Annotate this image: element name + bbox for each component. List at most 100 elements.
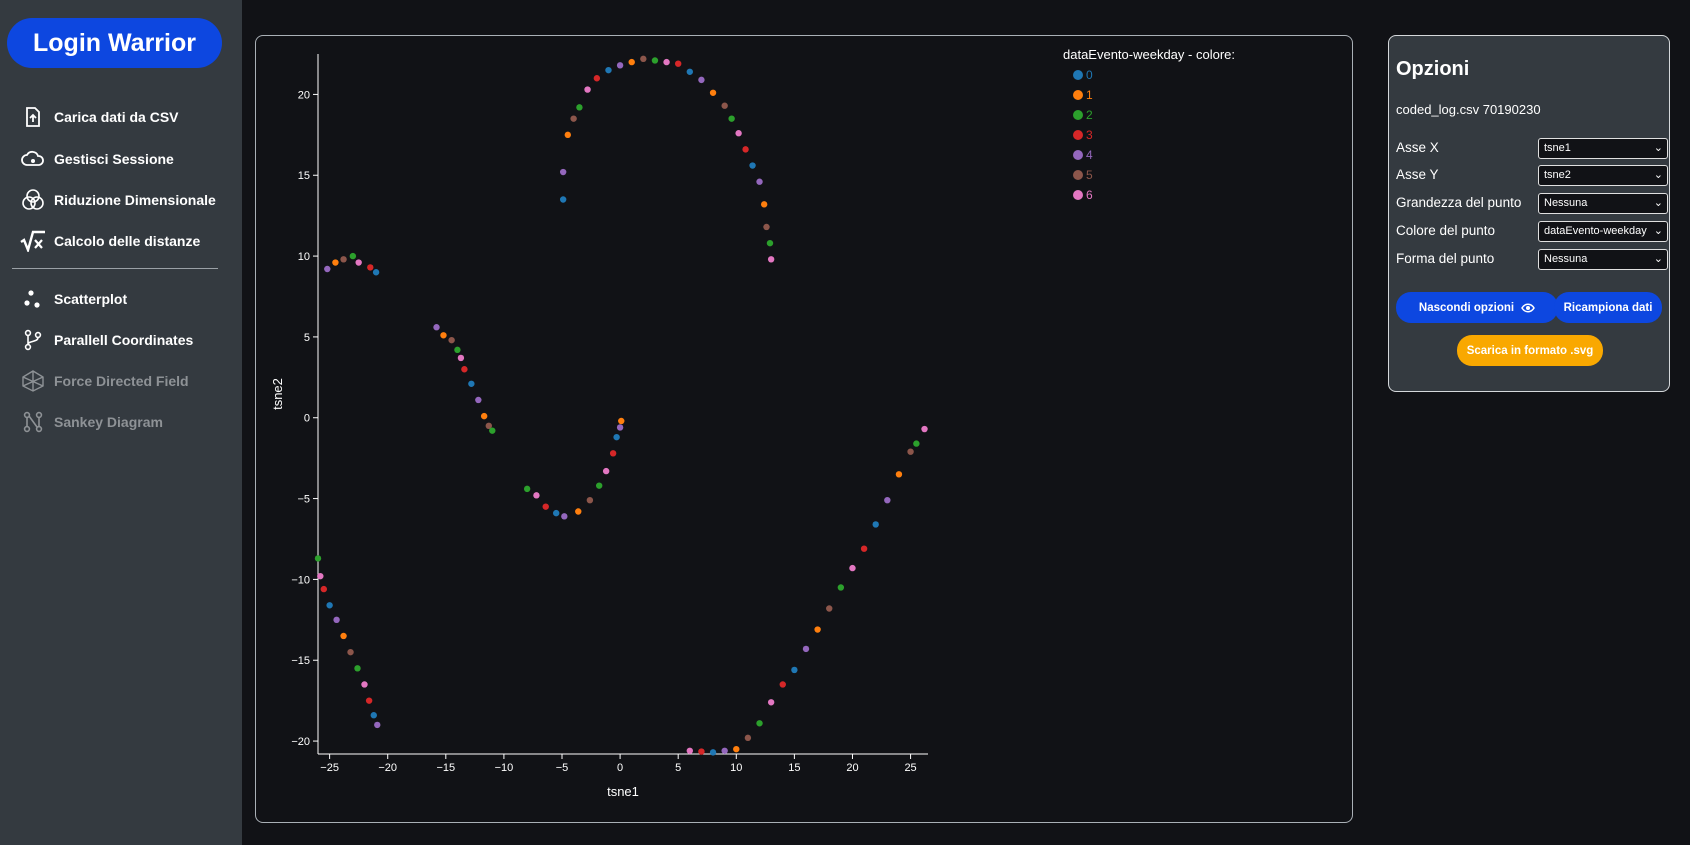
- y-tick-label: 5: [304, 332, 310, 344]
- y-tick-label: 0: [304, 413, 310, 425]
- data-point: [324, 265, 331, 273]
- x-tick-label: 10: [730, 762, 742, 774]
- nav-carica-csv[interactable]: Carica dati da CSV: [20, 102, 179, 132]
- sidebar: Login Warrior Carica dati da CSV Gestisc…: [0, 0, 242, 845]
- data-point: [814, 626, 821, 633]
- app-title[interactable]: Login Warrior: [7, 18, 222, 68]
- y-tick-label: −5: [297, 494, 310, 506]
- data-point: [744, 734, 752, 742]
- data-point: [559, 168, 567, 176]
- data-point: [564, 131, 572, 139]
- data-point: [766, 239, 774, 247]
- data-point: [651, 57, 659, 64]
- legend-swatch: [1073, 110, 1083, 120]
- nav-riduzione-dimensionale[interactable]: Riduzione Dimensionale: [20, 185, 216, 215]
- data-point: [365, 697, 373, 704]
- chevron-down-icon: ⌄: [1653, 169, 1663, 181]
- data-point: [609, 450, 617, 457]
- download-svg-button[interactable]: Scarica in formato .svg: [1457, 335, 1603, 366]
- legend-label: 3: [1086, 128, 1093, 142]
- legend-label: 2: [1086, 108, 1093, 122]
- option-y-axis: Asse Y tsne2 ⌄: [1396, 165, 1668, 187]
- data-point: [461, 366, 468, 373]
- x-tick-label: −10: [495, 762, 514, 774]
- branch-icon: [20, 327, 46, 353]
- cloud-session-icon: [20, 146, 46, 172]
- data-point: [575, 508, 582, 515]
- data-point: [698, 76, 705, 84]
- data-point: [616, 62, 624, 69]
- sqrt-x-icon: [20, 228, 46, 254]
- data-point: [628, 58, 635, 66]
- data-point: [663, 58, 670, 66]
- option-point-color: Colore del punto dataEvento-weekday ⌄: [1396, 221, 1668, 243]
- point-size-select[interactable]: Nessuna ⌄: [1538, 193, 1668, 214]
- data-point: [559, 196, 567, 203]
- option-label: Grandezza del punto: [1396, 195, 1522, 210]
- point-shape-select[interactable]: Nessuna ⌄: [1538, 249, 1668, 270]
- nav-label: Sankey Diagram: [54, 414, 163, 430]
- x-tick-label: 5: [675, 762, 681, 774]
- point-color-select[interactable]: dataEvento-weekday ⌄: [1538, 221, 1668, 242]
- data-point: [872, 521, 879, 528]
- data-point: [767, 699, 775, 706]
- y-tick-label: 15: [298, 170, 310, 182]
- legend-swatch: [1073, 130, 1083, 140]
- x-tick-label: 25: [904, 762, 916, 774]
- x-axis-select[interactable]: tsne1 ⌄: [1538, 138, 1668, 159]
- data-point: [326, 602, 333, 609]
- data-point: [561, 513, 568, 520]
- nav-parallel-coordinates[interactable]: Parallell Coordinates: [20, 325, 193, 355]
- y-axis-label: tsne2: [270, 378, 285, 410]
- resample-data-button[interactable]: Ricampiona dati: [1554, 292, 1662, 323]
- x-tick-label: −15: [436, 762, 455, 774]
- data-point: [826, 605, 833, 612]
- data-point: [454, 346, 461, 354]
- nav-force-directed[interactable]: Force Directed Field: [20, 366, 189, 396]
- data-point: [913, 440, 920, 447]
- data-point: [709, 749, 717, 756]
- select-value: dataEvento-weekday: [1544, 225, 1647, 237]
- nav-label: Calcolo delle distanze: [54, 233, 201, 249]
- data-point: [593, 75, 601, 82]
- y-axis-select[interactable]: tsne2 ⌄: [1538, 165, 1668, 186]
- data-point: [749, 162, 756, 169]
- x-tick-label: −5: [556, 762, 569, 774]
- data-point: [533, 492, 540, 499]
- data-point: [735, 130, 742, 137]
- data-point: [895, 471, 903, 478]
- data-point: [686, 747, 694, 754]
- data-point: [448, 336, 455, 344]
- option-label: Asse X: [1396, 140, 1439, 155]
- x-axis-label: tsne1: [607, 784, 639, 799]
- network-graph-icon: [20, 368, 46, 394]
- option-point-size: Grandezza del punto Nessuna ⌄: [1396, 193, 1668, 215]
- data-point: [475, 396, 482, 404]
- legend-swatch: [1073, 190, 1083, 200]
- data-point: [733, 745, 740, 753]
- option-label: Colore del punto: [1396, 223, 1496, 238]
- data-point: [489, 427, 496, 434]
- data-point: [333, 616, 340, 624]
- data-point: [372, 269, 380, 276]
- hide-options-button[interactable]: Nascondi opzioni: [1396, 292, 1558, 323]
- data-point: [480, 412, 488, 420]
- scatterplot-chart[interactable]: −25 −20 −15 −10 −5 0 5 10 15 20 25−20−15−10−505101…: [256, 36, 1354, 824]
- legend-swatch: [1073, 90, 1083, 100]
- data-point: [433, 324, 440, 331]
- data-point: [332, 259, 339, 266]
- data-point: [349, 252, 357, 260]
- nav-gestisci-sessione[interactable]: Gestisci Sessione: [20, 144, 174, 174]
- data-point: [576, 104, 583, 111]
- nav-calcolo-distanze[interactable]: Calcolo delle distanze: [20, 226, 200, 256]
- data-point: [440, 332, 447, 339]
- data-point: [586, 496, 594, 504]
- nav-sankey[interactable]: Sankey Diagram: [20, 407, 163, 437]
- data-point: [921, 425, 928, 433]
- data-point: [361, 681, 368, 688]
- x-tick-label: −20: [378, 762, 397, 774]
- nav-scatterplot[interactable]: Scatterplot: [20, 284, 127, 314]
- legend-swatch: [1073, 150, 1083, 160]
- option-x-axis: Asse X tsne1 ⌄: [1396, 138, 1668, 160]
- data-point: [616, 424, 624, 431]
